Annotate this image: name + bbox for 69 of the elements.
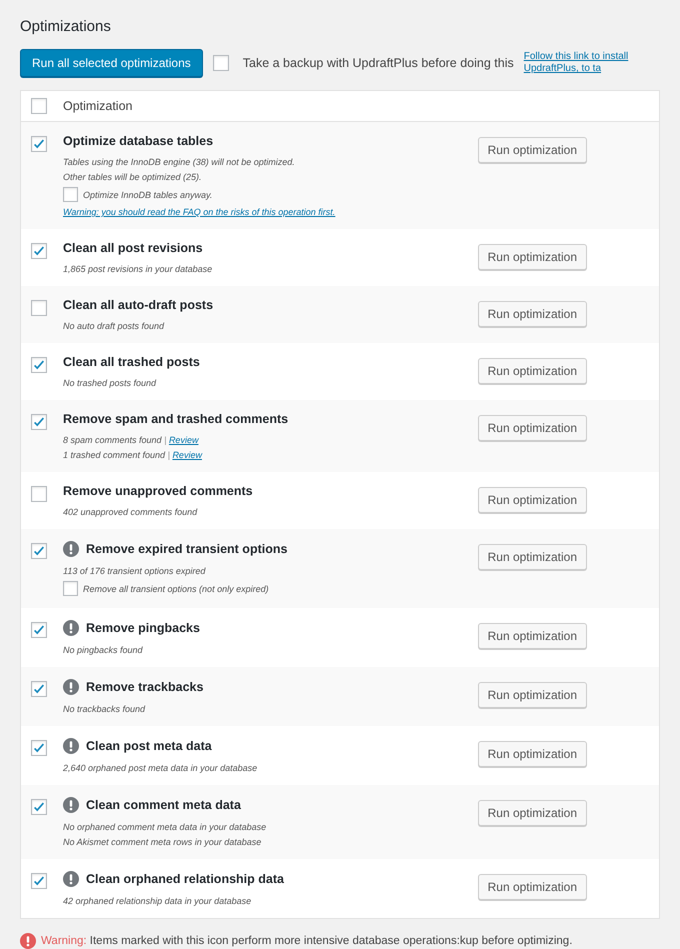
detail-text: No trashed posts found [63, 378, 158, 388]
detail-text: 2,640 orphaned post meta data in your database [63, 763, 258, 773]
optimization-title: Clean orphaned relationship data [86, 872, 284, 886]
checkbox[interactable] [31, 873, 47, 889]
checkbox[interactable] [212, 55, 229, 71]
warning-icon [20, 933, 36, 949]
faq-link[interactable]: Warning: you should read the FAQ on the risks of this operation first. [63, 207, 336, 217]
install-link[interactable]: Follow this link to install UpdraftPlus, to ta [524, 51, 660, 75]
run-optimization-button[interactable]: Run optimization [478, 800, 587, 826]
section-title: Optimizations [20, 18, 112, 35]
run-optimization-button[interactable]: Run optimization [478, 682, 587, 708]
detail-text: No auto draft posts found [63, 321, 166, 331]
detail-text: Tables using the InnoDB engine (38) will not be optimized. [63, 157, 296, 167]
checkbox[interactable] [31, 740, 47, 756]
detail-text: 8 spam comments found [63, 435, 162, 445]
review-link[interactable]: Review [172, 450, 202, 460]
separator: | [164, 435, 166, 445]
run-optimization-button[interactable]: Run optimization [478, 301, 587, 327]
option-label: Optimize InnoDB tables anyway. [83, 190, 212, 200]
run-optimization-button[interactable]: Run optimization [478, 874, 587, 900]
detail-text: No Akismet comment meta rows in your database [63, 837, 262, 847]
optimization-title: Clean all post revisions [63, 241, 203, 255]
checkbox[interactable] [63, 581, 78, 596]
detail-text: Other tables will be optimized (25). [63, 172, 203, 182]
select-all-checkbox[interactable] [31, 98, 47, 114]
run-optimization-button[interactable]: Run optimization [478, 487, 587, 513]
checkbox[interactable] [31, 622, 47, 638]
detail-text: 1 trashed comment found [63, 450, 166, 460]
optimization-title: Remove trackbacks [86, 680, 204, 694]
checkbox[interactable] [31, 799, 47, 815]
warning-text: Warning: Items marked with this icon perform more intensive database operations:kup before optimizing. [41, 935, 572, 947]
checkbox[interactable] [31, 300, 47, 316]
separator: | [168, 450, 170, 460]
run-optimization-button[interactable]: Run optimization [478, 544, 587, 570]
checkbox[interactable] [31, 486, 47, 502]
checkbox[interactable] [63, 187, 78, 202]
checkbox[interactable] [31, 243, 47, 259]
optimization-title: Clean comment meta data [86, 798, 241, 812]
optimization-title: Clean all auto-draft posts [63, 298, 214, 312]
detail-text: No pingbacks found [63, 645, 144, 655]
option-label: Remove all transient options (not only expired) [83, 584, 269, 594]
checkbox[interactable] [31, 414, 47, 430]
detail-text: 1,865 post revisions in your database [63, 264, 214, 274]
checkbox[interactable] [31, 357, 47, 373]
checkbox[interactable] [31, 681, 47, 697]
column-header: Optimization [63, 99, 132, 113]
run-optimization-button[interactable]: Run optimization [478, 623, 587, 649]
optimization-title: Remove expired transient options [86, 542, 288, 556]
checkbox[interactable] [31, 136, 47, 152]
optimization-title: Remove spam and trashed comments [63, 412, 288, 426]
detail-text: No trackbacks found [63, 704, 146, 714]
detail-text: 113 of 176 transient options expired [63, 566, 206, 576]
backup-label: Take a backup with UpdraftPlus before doing this [242, 56, 514, 70]
checkbox[interactable] [31, 543, 47, 559]
optimization-title: Remove pingbacks [86, 621, 200, 635]
review-link[interactable]: Review [168, 435, 198, 445]
run-optimization-button[interactable]: Run optimization [478, 358, 587, 384]
optimization-title: Clean post meta data [86, 739, 212, 753]
run-optimization-button[interactable]: Run optimization [478, 244, 587, 270]
run-optimization-button[interactable]: Run optimization [478, 137, 587, 163]
run-optimization-button[interactable]: Run optimization [478, 741, 587, 767]
detail-text: No orphaned comment meta data in your database [63, 822, 268, 832]
optimization-title: Optimize database tables [63, 134, 214, 148]
optimization-title: Clean all trashed posts [63, 355, 200, 369]
detail-text: 42 orphaned relationship data in your database [63, 896, 252, 906]
optimization-title: Remove unapproved comments [63, 484, 253, 498]
run-optimization-button[interactable]: Run optimization [478, 415, 587, 441]
detail-text: 402 unapproved comments found [63, 507, 198, 517]
run-all-button[interactable]: Run all selected optimizations [20, 49, 203, 77]
